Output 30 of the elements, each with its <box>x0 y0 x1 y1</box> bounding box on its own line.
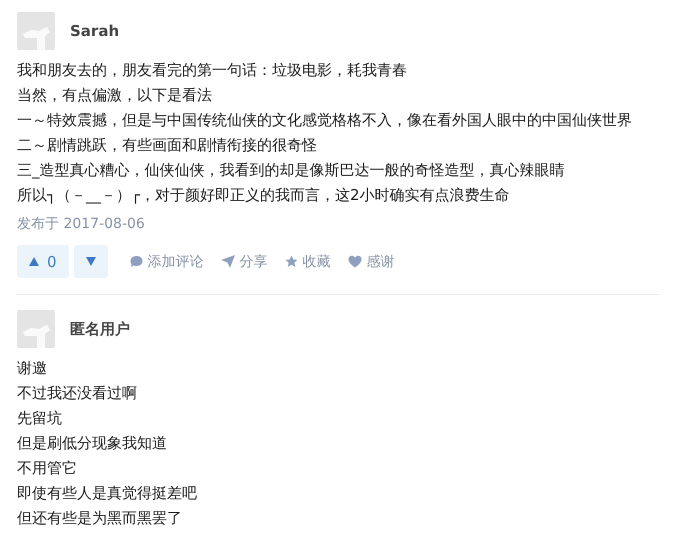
action-button[interactable]: 收藏 <box>284 252 331 270</box>
answer-text: 我和朋友去的，朋友看完的第一句话：垃圾电影，耗我青春 <box>17 60 408 81</box>
heart-icon <box>348 255 362 268</box>
answer-text: 所以┐（－__－）┌，对于颜好即正义的我而言，这2小时确实有点浪费生命 <box>17 185 511 206</box>
up-arrow-icon <box>29 257 39 266</box>
answer-text: 不过我还没看过啊 <box>17 383 138 404</box>
answer-text: 但还有些是为黑而黑罢了 <box>17 508 183 529</box>
answer-text: 二～剧情跳跃，有些画面和剧情衔接的很奇怪 <box>17 135 318 156</box>
star-icon <box>284 255 298 268</box>
action-button[interactable]: 感谢 <box>348 252 395 270</box>
answer-text: 但是刷低分现象我知道 <box>17 433 168 454</box>
answer-text: 不用管它 <box>17 458 78 479</box>
down-arrow-icon <box>86 257 96 266</box>
answer-text: 一～特效震撼，但是与中国传统仙侠的文化感觉格格不入，像在看外国人眼中的中国仙侠世界 <box>17 110 633 131</box>
author-name: Sarah <box>70 22 120 40</box>
action-button[interactable]: 分享 <box>220 252 268 270</box>
author-name: 匿名用户 <box>70 320 130 338</box>
publish-date: 发布于 2017-08-06 <box>17 215 146 234</box>
avatar <box>17 12 55 50</box>
paper-plane-icon <box>220 255 235 268</box>
answer-text: 先留坑 <box>17 408 63 429</box>
speech-bubble-icon <box>130 255 143 268</box>
answer-text: 当然，有点偏激，以下是看法 <box>17 85 213 106</box>
action-button[interactable]: 添加评论 <box>130 252 204 270</box>
avatar <box>17 310 55 348</box>
upvote-button[interactable]: 0 <box>17 245 69 278</box>
answer-text: 即使有些人是真觉得挺差吧 <box>17 483 198 504</box>
answer-text: 谢邀 <box>17 358 48 379</box>
downvote-button[interactable] <box>74 245 108 278</box>
answer-text: 三_造型真心糟心，仙侠仙侠，我看到的却是像斯巴达一般的奇怪造型，真心辣眼睛 <box>17 160 566 181</box>
